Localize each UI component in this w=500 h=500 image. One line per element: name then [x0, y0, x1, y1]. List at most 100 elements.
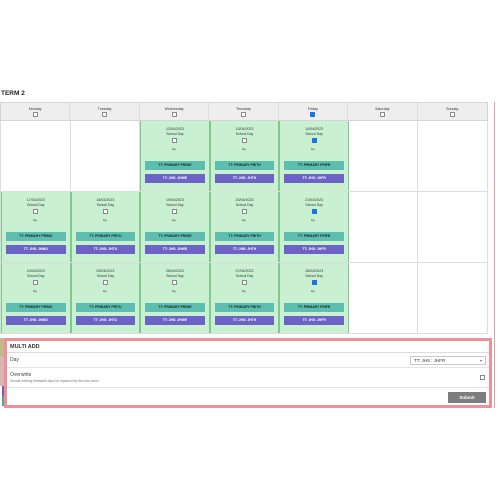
day-checkbox[interactable] — [311, 137, 317, 143]
primary-timetable-bar[interactable]: TT: PRIMARY PRIFR — [284, 303, 344, 312]
weekday-checkbox[interactable] — [102, 112, 108, 117]
primary-timetable-bar[interactable]: TT: PRIMARY PRIFR — [284, 232, 344, 241]
weekday-header-monday: Monday — [1, 103, 71, 120]
day-cell[interactable]: 12/04/2023 School Day ✎ TT: PRIMARY PRIWE TT… — [140, 121, 210, 191]
jhs-timetable-bar[interactable]: TT: JHS: JHTU — [75, 245, 136, 254]
empty-day-cell — [418, 192, 489, 262]
weekday-checkbox[interactable] — [449, 112, 455, 117]
day-checkbox[interactable] — [33, 279, 39, 285]
primary-timetable-bar[interactable]: TT: PRIMARY PRIWE — [145, 232, 205, 241]
multi-add-title: MULTI ADD — [7, 341, 489, 353]
weekday-header-tuesday: Tuesday — [70, 103, 140, 120]
primary-timetable-bar[interactable]: TT: PRIMARY PRIMO — [6, 232, 66, 241]
day-checkbox[interactable] — [102, 208, 108, 214]
day-checkbox[interactable] — [102, 279, 108, 285]
calendar-weeks: 12/04/2023 School Day ✎ TT: PRIMARY PRIWE TT… — [0, 121, 489, 334]
day-cell[interactable]: 20/04/2023 School Day ✎ TT: PRIMARY PRITH TT… — [209, 192, 280, 262]
day-cell[interactable]: 18/04/2023 School Day ✎ TT: PRIMARY PRITU TT… — [70, 192, 141, 262]
weekday-label: Sunday — [446, 107, 459, 111]
overwrite-checkbox[interactable] — [480, 375, 485, 380]
day-cell[interactable]: 28/04/2023 School Day ✎ TT: PRIMARY PRIFR TT… — [279, 263, 349, 333]
day-cell[interactable]: 25/04/2023 School Day ✎ TT: PRIMARY PRITU TT… — [70, 263, 141, 333]
weekday-checkbox[interactable] — [32, 112, 38, 117]
day-checkbox[interactable] — [172, 137, 178, 143]
empty-day-cell — [71, 121, 141, 191]
jhs-timetable-bar[interactable]: TT: JHS: JHFR — [284, 316, 344, 325]
right-divider — [494, 102, 495, 408]
jhs-timetable-bar[interactable]: TT: JHS: JHWE — [145, 174, 205, 183]
day-cell[interactable]: 24/04/2023 School Day ✎ TT: PRIMARY PRIMO TT… — [1, 263, 71, 333]
jhs-timetable-bar[interactable]: TT: JHS: JHTU — [75, 316, 136, 325]
jhs-timetable-bar[interactable]: TT: JHS: JHTH — [214, 245, 275, 254]
day-checkbox[interactable] — [33, 208, 39, 214]
empty-day-cell — [418, 263, 489, 333]
weekday-label: Thursday — [235, 107, 251, 111]
day-checkbox[interactable] — [242, 137, 248, 143]
day-label: Day — [10, 357, 19, 363]
jhs-timetable-bar[interactable]: TT: JHS: JHTH — [214, 316, 275, 325]
primary-timetable-bar[interactable]: TT: PRIMARY PRIWE — [145, 303, 205, 312]
term-title: TERM 2 — [1, 90, 25, 97]
day-cell[interactable]: 17/04/2023 School Day ✎ TT: PRIMARY PRIMO TT… — [1, 192, 71, 262]
weekday-header-row: Monday Tuesday Wednesday Thursday Friday Satu… — [0, 102, 488, 121]
weekday-checkbox[interactable] — [379, 112, 385, 117]
day-cell[interactable]: 27/04/2023 School Day ✎ TT: PRIMARY PRITH TT… — [209, 263, 280, 333]
weekday-label: Friday — [307, 107, 318, 111]
jhs-timetable-bar[interactable]: TT: JHS: JHFR — [284, 174, 344, 183]
week-row: 24/04/2023 School Day ✎ TT: PRIMARY PRIMO TT… — [0, 263, 489, 334]
weekday-label: Monday — [28, 107, 42, 111]
overwrite-field-row: Overwrite Should existing timetable days… — [7, 368, 489, 388]
chevron-down-icon: ▾ — [479, 358, 482, 363]
weekday-label: Saturday — [375, 107, 390, 111]
primary-timetable-bar[interactable]: TT: PRIMARY PRIFR — [284, 161, 344, 170]
primary-timetable-bar[interactable]: TT: PRIMARY PRIWE — [145, 161, 205, 170]
calendar-grid: Monday Tuesday Wednesday Thursday Friday Satu… — [0, 102, 489, 334]
multi-add-panel: MULTI ADD Day TT: JHS : JHFR ▾ Overwrite… — [4, 338, 492, 408]
weekday-checkbox[interactable] — [171, 112, 177, 117]
day-cell[interactable]: 19/04/2023 School Day ✎ TT: PRIMARY PRIWE TT… — [140, 192, 210, 262]
primary-timetable-bar[interactable]: TT: PRIMARY PRITH — [214, 303, 275, 312]
jhs-timetable-bar[interactable]: TT: JHS: JHFR — [284, 245, 344, 254]
weekday-checkbox[interactable] — [240, 112, 246, 117]
week-row: 12/04/2023 School Day ✎ TT: PRIMARY PRIWE TT… — [0, 121, 489, 192]
day-cell[interactable]: 21/04/2023 School Day ✎ TT: PRIMARY PRIFR TT… — [279, 192, 349, 262]
jhs-timetable-bar[interactable]: TT: JHS: JHTH — [214, 174, 275, 183]
day-select[interactable]: TT: JHS : JHFR ▾ — [410, 356, 486, 365]
empty-day-cell — [1, 121, 71, 191]
day-checkbox[interactable] — [242, 208, 248, 214]
weekday-header-friday: Friday — [279, 103, 349, 120]
day-checkbox[interactable] — [311, 279, 317, 285]
jhs-timetable-bar[interactable]: TT: JHS: JHMO — [6, 245, 66, 254]
empty-day-cell — [349, 121, 419, 191]
overwrite-label: Overwrite — [10, 372, 32, 378]
jhs-timetable-bar[interactable]: TT: JHS: JHMO — [6, 316, 66, 325]
day-cell[interactable]: 13/04/2023 School Day ✎ TT: PRIMARY PRITH TT… — [209, 121, 280, 191]
weekday-header-wednesday: Wednesday — [140, 103, 210, 120]
empty-day-cell — [418, 121, 489, 191]
primary-timetable-bar[interactable]: TT: PRIMARY PRITH — [214, 161, 275, 170]
weekday-label: Wednesday — [164, 107, 184, 111]
weekday-label: Tuesday — [97, 107, 112, 111]
day-checkbox[interactable] — [172, 279, 178, 285]
jhs-timetable-bar[interactable]: TT: JHS: JHWE — [145, 316, 205, 325]
empty-day-cell — [349, 263, 419, 333]
primary-timetable-bar[interactable]: TT: PRIMARY PRITH — [214, 232, 275, 241]
week-row: 17/04/2023 School Day ✎ TT: PRIMARY PRIMO TT… — [0, 192, 489, 263]
weekday-checkbox[interactable] — [310, 112, 316, 117]
day-field-row: Day TT: JHS : JHFR ▾ — [7, 353, 489, 368]
weekday-header-saturday: Saturday — [348, 103, 418, 120]
day-select-value: TT: JHS : JHFR — [414, 358, 446, 363]
primary-timetable-bar[interactable]: TT: PRIMARY PRITU — [75, 232, 136, 241]
primary-timetable-bar[interactable]: TT: PRIMARY PRITU — [75, 303, 136, 312]
overwrite-help-text: Should existing timetable days be replac… — [10, 379, 100, 383]
empty-day-cell — [349, 192, 419, 262]
weekday-header-thursday: Thursday — [209, 103, 279, 120]
day-cell[interactable]: 14/04/2023 School Day ✎ TT: PRIMARY PRIFR TT… — [279, 121, 349, 191]
jhs-timetable-bar[interactable]: TT: JHS: JHWE — [145, 245, 205, 254]
day-checkbox[interactable] — [311, 208, 317, 214]
primary-timetable-bar[interactable]: TT: PRIMARY PRIMO — [6, 303, 66, 312]
day-checkbox[interactable] — [172, 208, 178, 214]
submit-button[interactable]: Submit — [448, 392, 486, 403]
day-cell[interactable]: 26/04/2023 School Day ✎ TT: PRIMARY PRIWE TT… — [140, 263, 210, 333]
day-checkbox[interactable] — [242, 279, 248, 285]
